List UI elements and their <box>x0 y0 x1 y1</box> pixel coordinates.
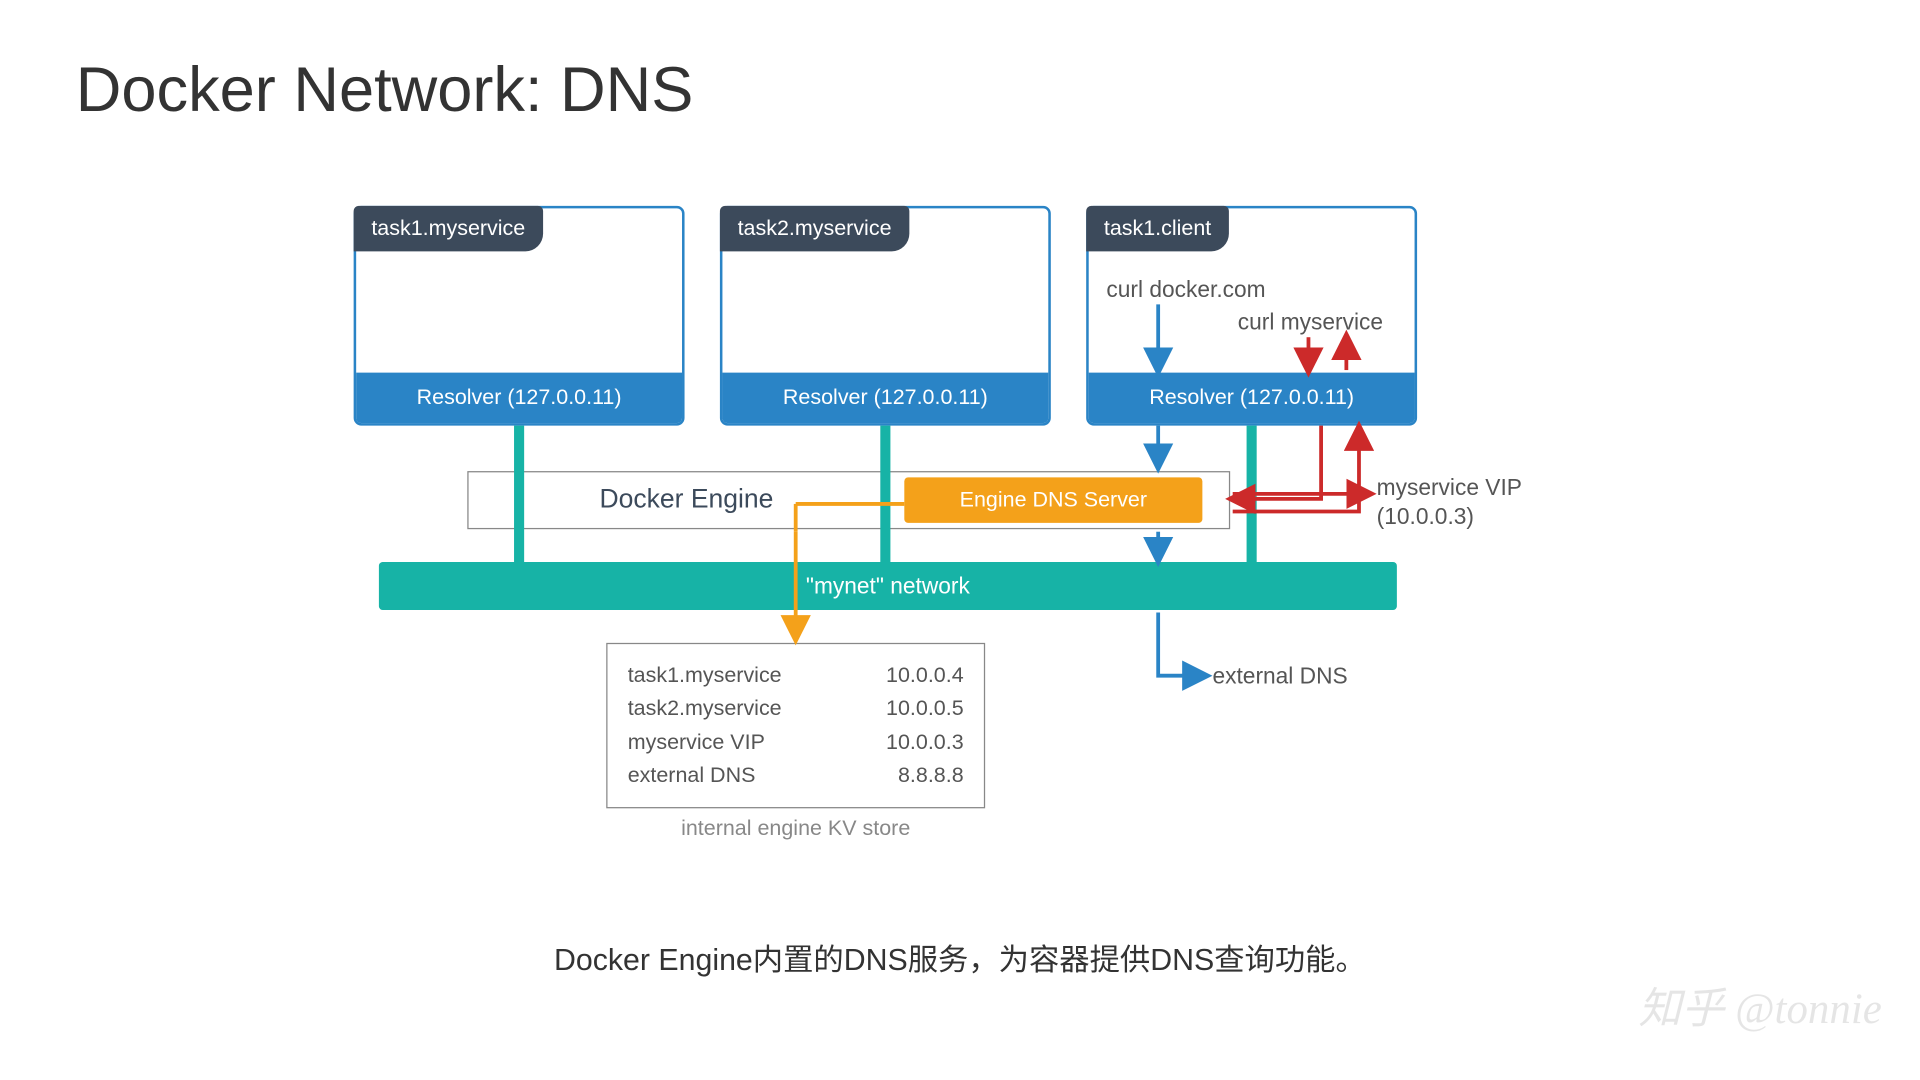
table-row: external DNS8.8.8.8 <box>628 759 964 792</box>
myservice-vip-label: myservice VIP (10.0.0.3) <box>1377 474 1522 533</box>
curl-docker-label: curl docker.com <box>1106 277 1265 304</box>
slide-caption: Docker Engine内置的DNS服务，为容器提供DNS查询功能。 <box>554 935 1366 979</box>
container-tab: task1.client <box>1086 206 1229 251</box>
table-row: task2.myservice10.0.0.5 <box>628 693 964 726</box>
kv-store-box: task1.myservice10.0.0.4 task2.myservice1… <box>606 643 985 842</box>
watermark: 知乎 @tonnie <box>1638 974 1881 1036</box>
kv-store-caption: internal engine KV store <box>606 816 985 841</box>
engine-dns-server-box: Engine DNS Server <box>904 477 1202 522</box>
container-card-1: task1.myservice Resolver (127.0.0.11) <box>354 206 685 426</box>
curl-myservice-label: curl myservice <box>1238 309 1383 336</box>
resolver-bar: Resolver (127.0.0.11) <box>356 373 682 424</box>
external-dns-label: external DNS <box>1212 663 1347 690</box>
resolver-bar: Resolver (127.0.0.11) <box>722 373 1048 424</box>
table-row: task1.myservice10.0.0.4 <box>628 659 964 692</box>
container-tab: task2.myservice <box>720 206 909 251</box>
slide-title: Docker Network: DNS <box>76 53 694 126</box>
table-row: myservice VIP10.0.0.3 <box>628 726 964 759</box>
resolver-bar: Resolver (127.0.0.11) <box>1089 373 1415 424</box>
architecture-diagram: task1.myservice Resolver (127.0.0.11) ta… <box>354 196 1592 903</box>
docker-engine-label: Docker Engine <box>469 485 905 515</box>
docker-engine-bar: Docker Engine Engine DNS Server <box>467 471 1230 529</box>
mynet-network-bar: "mynet" network <box>379 562 1397 610</box>
container-card-2: task2.myservice Resolver (127.0.0.11) <box>720 206 1051 426</box>
container-tab: task1.myservice <box>354 206 543 251</box>
